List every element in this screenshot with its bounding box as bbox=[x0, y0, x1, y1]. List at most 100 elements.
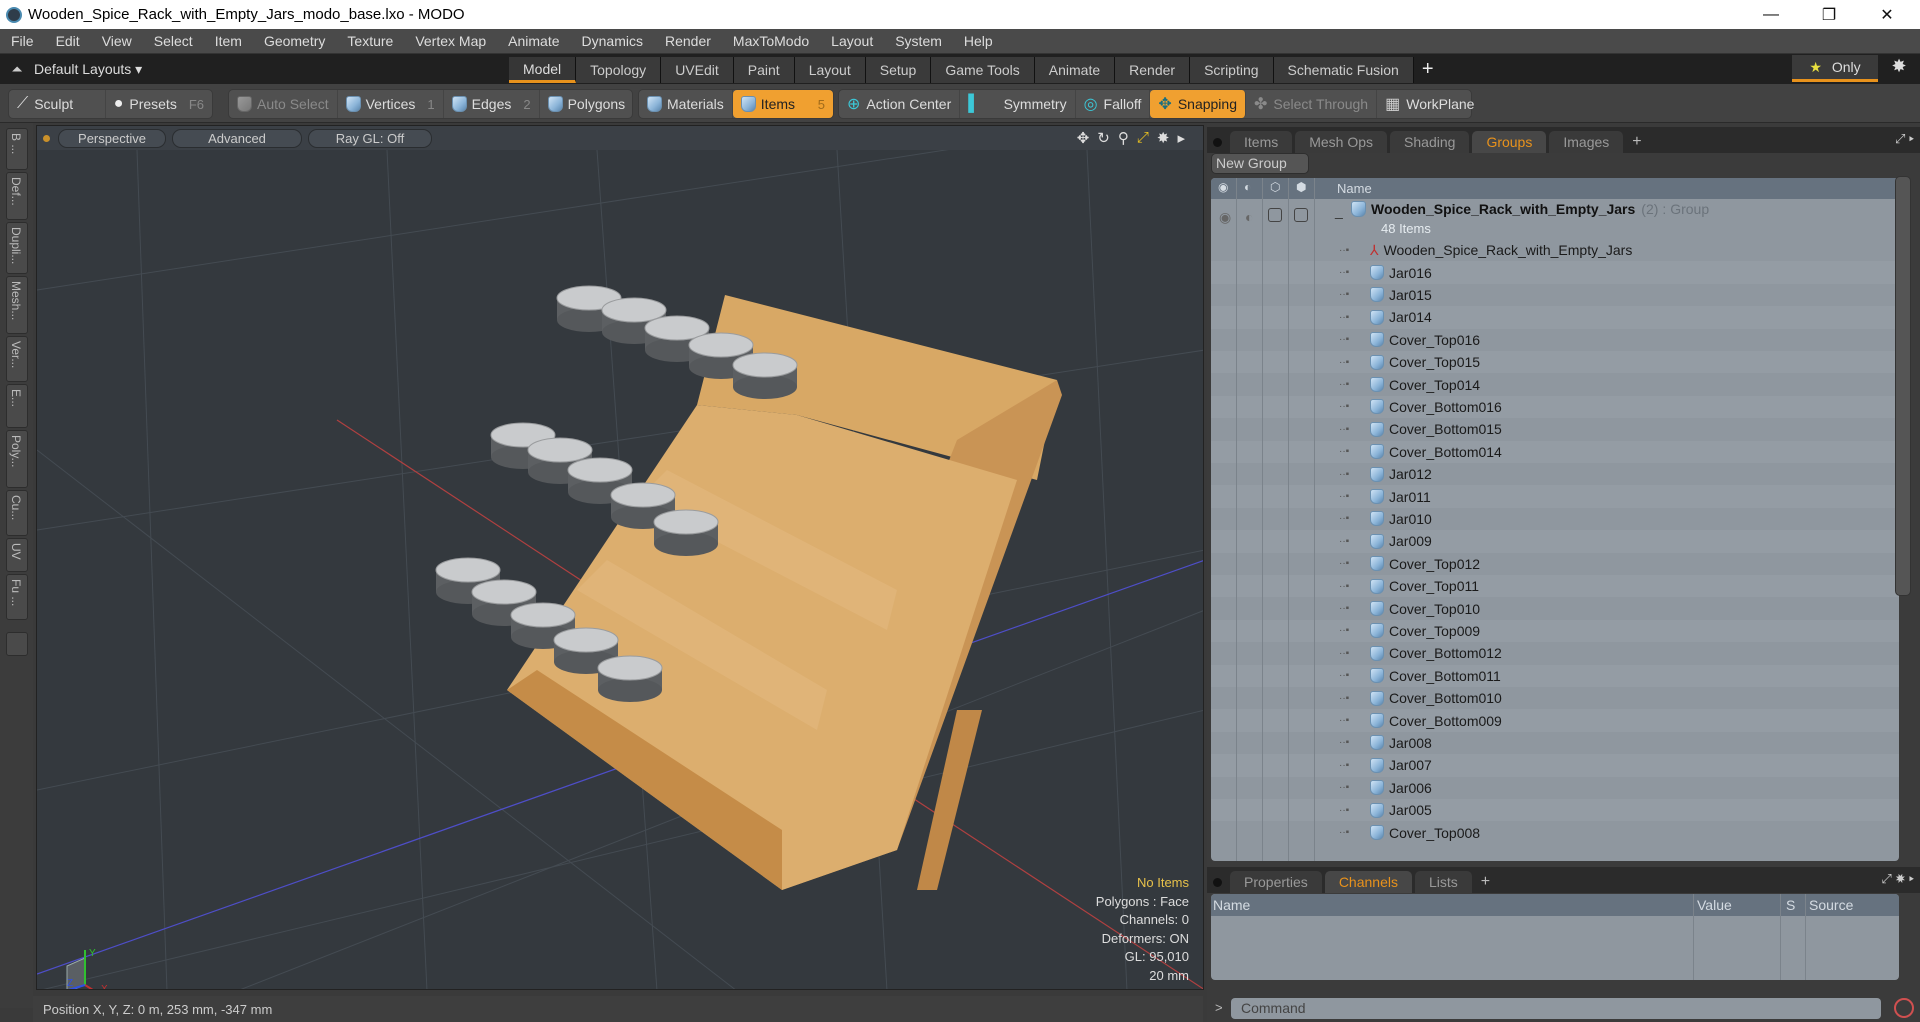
edges-button[interactable]: Edges 2 bbox=[444, 90, 540, 118]
menu-animate[interactable]: Animate bbox=[497, 33, 570, 49]
name-column-header[interactable]: Name bbox=[1337, 181, 1372, 196]
pan-icon[interactable]: ✥ bbox=[1077, 129, 1090, 147]
snapping-button[interactable]: ✥ Snapping bbox=[1150, 90, 1246, 118]
groups-tab-groups[interactable]: Groups bbox=[1472, 131, 1547, 153]
3d-viewport[interactable]: Perspective Advanced Ray GL: Off ✥ ↻ ⚲ ⤢… bbox=[36, 125, 1204, 990]
menu-dynamics[interactable]: Dynamics bbox=[571, 33, 654, 49]
name-column-header[interactable]: Name bbox=[1213, 897, 1250, 913]
items-button[interactable]: Items 5 bbox=[732, 90, 833, 118]
channels-tab-properties[interactable]: Properties bbox=[1230, 871, 1322, 893]
s-column-header[interactable]: S bbox=[1786, 897, 1795, 913]
layout-tab-schematic-fusion[interactable]: Schematic Fusion bbox=[1273, 57, 1414, 83]
add-layout-tab-button[interactable]: + bbox=[1422, 58, 1434, 81]
left-tab-7[interactable]: Cu... bbox=[6, 490, 28, 536]
action-center-button[interactable]: ⊕ Action Center bbox=[839, 90, 961, 118]
render-toggle-icon[interactable]: ◐ bbox=[1245, 209, 1253, 225]
menu-help[interactable]: Help bbox=[953, 33, 1004, 49]
lock-column-icon[interactable]: ⬡ bbox=[1270, 180, 1280, 194]
menu-render[interactable]: Render bbox=[654, 33, 722, 49]
layout-tab-layout[interactable]: Layout bbox=[794, 57, 866, 83]
layout-tab-render[interactable]: Render bbox=[1115, 57, 1191, 83]
left-tab-1[interactable]: Def... bbox=[6, 172, 28, 220]
groups-tab-mesh-ops[interactable]: Mesh Ops bbox=[1295, 131, 1388, 153]
layout-tab-animate[interactable]: Animate bbox=[1034, 57, 1116, 83]
menu-vertex-map[interactable]: Vertex Map bbox=[404, 33, 497, 49]
sculpt-button[interactable]: ⟋ Sculpt bbox=[9, 90, 106, 118]
menu-system[interactable]: System bbox=[884, 33, 953, 49]
polygons-button[interactable]: Polygons bbox=[540, 90, 634, 118]
group-list[interactable]: ◉ ◐ ⬡ ⬢ Name ◉ ◐ _ Wooden_Spice_Rack_wit… bbox=[1211, 178, 1899, 861]
raygl-toggle[interactable]: Ray GL: Off bbox=[308, 128, 432, 148]
layout-tab-uvedit[interactable]: UVEdit bbox=[661, 57, 734, 83]
layout-tab-paint[interactable]: Paint bbox=[733, 57, 795, 83]
layout-tab-model[interactable]: Model bbox=[509, 57, 577, 83]
group-list-scrollbar[interactable] bbox=[1895, 176, 1911, 596]
select-column-icon[interactable]: ⬢ bbox=[1296, 180, 1306, 194]
shading-dropdown[interactable]: Advanced bbox=[172, 128, 302, 148]
record-icon[interactable] bbox=[1894, 998, 1914, 1018]
workplane-button[interactable]: ▦ WorkPlane bbox=[1377, 90, 1482, 118]
layout-tab-setup[interactable]: Setup bbox=[865, 57, 932, 83]
panel-expand-icon[interactable]: ⤢ ✸ ▸ bbox=[1881, 871, 1914, 887]
groups-tab-items[interactable]: Items bbox=[1230, 131, 1293, 153]
viewport-settings-icon[interactable]: ✸ bbox=[1157, 129, 1170, 147]
menu-file[interactable]: File bbox=[0, 33, 45, 49]
new-group-button[interactable]: New Group bbox=[1211, 153, 1309, 174]
menu-select[interactable]: Select bbox=[143, 33, 204, 49]
collapse-icon[interactable]: _ bbox=[1335, 203, 1343, 219]
select-checkbox[interactable] bbox=[1294, 208, 1308, 222]
menu-texture[interactable]: Texture bbox=[336, 33, 404, 49]
menu-view[interactable]: View bbox=[91, 33, 143, 49]
close-button[interactable]: ✕ bbox=[1858, 0, 1916, 29]
maximize-viewport-icon[interactable]: ⤢ bbox=[1137, 129, 1149, 147]
layout-tab-topology[interactable]: Topology bbox=[576, 57, 662, 83]
expand-arrow-icon[interactable]: ▸ bbox=[1177, 129, 1185, 147]
left-tab-8[interactable]: UV bbox=[6, 538, 28, 572]
channels-tab-lists[interactable]: Lists bbox=[1414, 871, 1472, 893]
materials-button[interactable]: Materials bbox=[639, 90, 733, 118]
gear-icon[interactable]: ✸ bbox=[1884, 56, 1914, 82]
left-tab-5[interactable]: E... bbox=[6, 384, 28, 428]
left-tab-2[interactable]: Dupli... bbox=[6, 222, 28, 274]
perspective-dropdown[interactable]: Perspective bbox=[58, 128, 166, 148]
groups-tab-images[interactable]: Images bbox=[1549, 131, 1624, 153]
lock-checkbox[interactable] bbox=[1268, 208, 1282, 222]
source-column-header[interactable]: Source bbox=[1809, 897, 1853, 913]
menu-layout[interactable]: Layout bbox=[820, 33, 884, 49]
channels-table[interactable]: Name Value S Source bbox=[1211, 894, 1899, 980]
auto-select-button[interactable]: Auto Select bbox=[229, 90, 338, 118]
vertices-button[interactable]: Vertices 1 bbox=[338, 90, 444, 118]
presets-button[interactable]: ● Presets F6 bbox=[106, 90, 212, 118]
maximize-button[interactable]: ❐ bbox=[1800, 0, 1858, 29]
collapse-up-icon[interactable]: ⏶ bbox=[0, 61, 34, 78]
layout-tab-scripting[interactable]: Scripting bbox=[1190, 57, 1274, 83]
menu-maxtomodo[interactable]: MaxToModo bbox=[722, 33, 820, 49]
layout-tab-game-tools[interactable]: Game Tools bbox=[931, 57, 1035, 83]
add-panel-tab-button[interactable]: + bbox=[1481, 873, 1490, 891]
left-tab-3[interactable]: Mesh... bbox=[6, 276, 28, 334]
select-through-button[interactable]: ✤ Select Through bbox=[1246, 90, 1378, 118]
channels-tab-channels[interactable]: Channels bbox=[1324, 871, 1412, 893]
value-column-header[interactable]: Value bbox=[1697, 897, 1732, 913]
command-input[interactable]: Command bbox=[1231, 998, 1881, 1019]
add-panel-tab-button[interactable]: + bbox=[1632, 133, 1641, 151]
left-tab-extra[interactable] bbox=[6, 632, 28, 656]
falloff-button[interactable]: ◎ Falloff bbox=[1076, 90, 1151, 118]
render-column-icon[interactable]: ◐ bbox=[1244, 180, 1251, 194]
rotate-icon[interactable]: ↻ bbox=[1097, 129, 1110, 147]
visibility-column-icon[interactable]: ◉ bbox=[1218, 180, 1228, 194]
left-tab-0[interactable]: B ... bbox=[6, 128, 28, 170]
only-favorites-button[interactable]: ★ Only bbox=[1792, 55, 1878, 82]
left-tab-4[interactable]: Ver... bbox=[6, 336, 28, 382]
default-layouts-dropdown[interactable]: Default Layouts ▾ bbox=[34, 61, 509, 78]
left-tab-9[interactable]: Fu ... bbox=[6, 574, 28, 620]
visibility-toggle-icon[interactable]: ◉ bbox=[1219, 209, 1231, 226]
zoom-icon[interactable]: ⚲ bbox=[1118, 129, 1129, 147]
panel-expand-icon[interactable]: ⤢ ▸ bbox=[1895, 131, 1914, 147]
menu-geometry[interactable]: Geometry bbox=[253, 33, 336, 49]
minimize-button[interactable]: — bbox=[1742, 0, 1800, 29]
menu-item[interactable]: Item bbox=[204, 33, 253, 49]
groups-tab-shading[interactable]: Shading bbox=[1390, 131, 1470, 153]
symmetry-button[interactable]: ▌ Symmetry bbox=[960, 90, 1076, 118]
menu-edit[interactable]: Edit bbox=[45, 33, 91, 49]
